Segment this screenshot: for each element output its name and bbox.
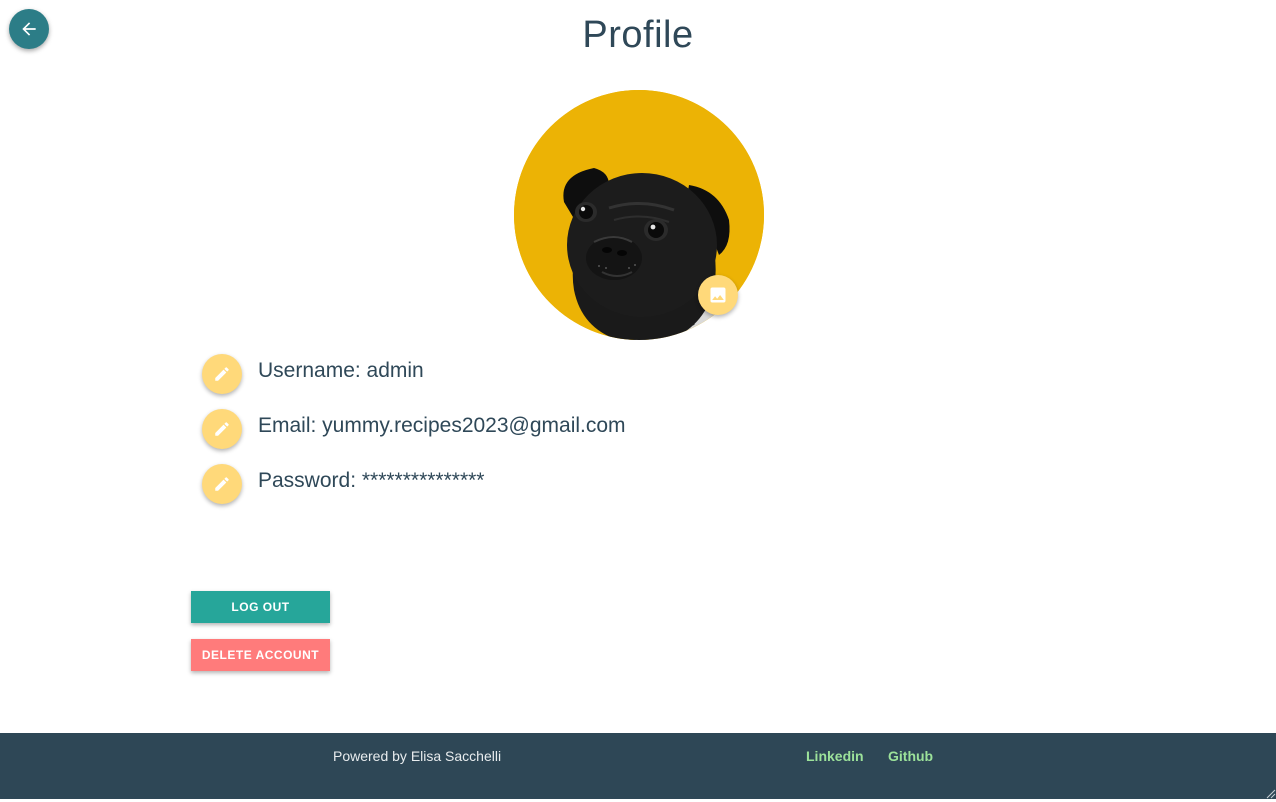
edit-username-button[interactable] [202, 354, 242, 394]
page-title: Profile [582, 14, 694, 56]
footer-link-github[interactable]: Github [888, 748, 933, 764]
password-text: Password: *************** [258, 469, 485, 492]
footer-link-linkedin[interactable]: Linkedin [806, 748, 864, 764]
pencil-icon [215, 422, 229, 436]
edit-email-button[interactable] [202, 409, 242, 449]
avatar-container [514, 90, 764, 340]
logout-button[interactable]: LOG OUT [191, 591, 330, 623]
pencil-icon [215, 367, 229, 381]
image-icon [710, 287, 726, 303]
profile-info-list: Username: admin Email: yummy.recipes2023… [202, 354, 626, 519]
change-photo-button[interactable] [698, 275, 738, 315]
resize-grip-icon[interactable] [1264, 787, 1276, 799]
delete-account-button[interactable]: DELETE ACCOUNT [191, 639, 330, 671]
footer: Powered by Elisa Sacchelli Linkedin Gith… [0, 733, 1276, 799]
profile-row-email: Email: yummy.recipes2023@gmail.com [202, 409, 626, 449]
profile-row-username: Username: admin [202, 354, 626, 394]
pencil-icon [215, 477, 229, 491]
email-text: Email: yummy.recipes2023@gmail.com [258, 414, 626, 437]
edit-password-button[interactable] [202, 464, 242, 504]
profile-row-password: Password: *************** [202, 464, 626, 504]
footer-powered-by: Powered by Elisa Sacchelli [333, 748, 502, 764]
username-text: Username: admin [258, 359, 424, 382]
